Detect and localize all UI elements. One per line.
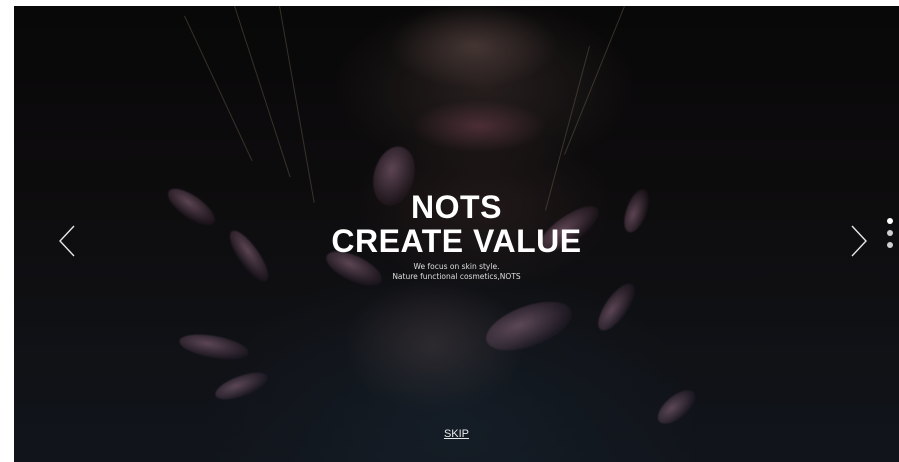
pagination-dot-1[interactable] — [887, 218, 893, 224]
pagination-dot-2[interactable] — [887, 230, 893, 236]
hero-text-block: NOTS CREATE VALUE We focus on skin style… — [14, 190, 899, 282]
hero-title-line-1: NOTS — [411, 189, 502, 225]
chevron-right-icon — [851, 225, 867, 257]
slide-pagination — [887, 218, 897, 254]
hero-subtitle-line-2: Nature functional cosmetics,NOTS — [392, 272, 521, 281]
skip-link[interactable]: SKIP — [444, 428, 469, 440]
hero-title-line-2: CREATE VALUE — [331, 223, 582, 259]
pagination-dot-3[interactable] — [887, 242, 893, 248]
skip-container: SKIP — [14, 424, 899, 442]
hero-subtitle-line-1: We focus on skin style. — [413, 262, 500, 271]
hero-slider: NOTS CREATE VALUE We focus on skin style… — [14, 6, 899, 462]
hero-subtitle: We focus on skin style. Nature functiona… — [14, 262, 899, 282]
next-slide-button[interactable] — [848, 224, 870, 258]
chevron-left-icon — [59, 225, 75, 257]
prev-slide-button[interactable] — [56, 224, 78, 258]
